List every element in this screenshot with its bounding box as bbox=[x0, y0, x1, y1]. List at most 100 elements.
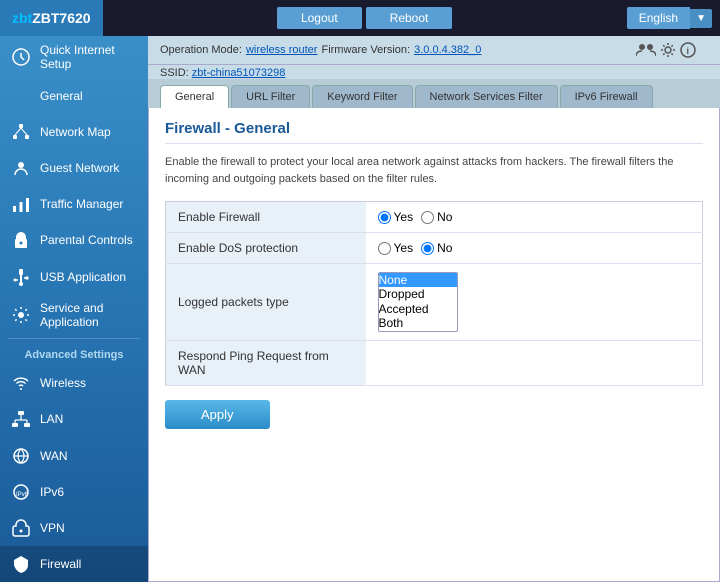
svg-text:i: i bbox=[687, 46, 690, 56]
sidebar-item-label: LAN bbox=[40, 412, 63, 426]
tab-keyword-filter[interactable]: Keyword Filter bbox=[312, 85, 412, 108]
sidebar-item-label: Quick Internet Setup bbox=[40, 43, 138, 71]
no-label: No bbox=[437, 210, 452, 224]
vpn-icon bbox=[10, 517, 32, 539]
tab-network-services-filter[interactable]: Network Services Filter bbox=[415, 85, 558, 108]
settings-icon bbox=[660, 42, 676, 58]
sidebar-item-usb-application[interactable]: USB Application bbox=[0, 258, 148, 294]
sidebar-item-lan[interactable]: LAN bbox=[0, 401, 148, 437]
sidebar-item-label: VPN bbox=[40, 521, 65, 535]
op-mode-label: Operation Mode: bbox=[160, 44, 242, 56]
parental-controls-icon bbox=[10, 229, 32, 251]
sidebar-item-guest-network[interactable]: Guest Network bbox=[0, 150, 148, 186]
ssid-bar: SSID: zbt-china51073298 bbox=[148, 65, 720, 79]
logo-model: ZBT7620 bbox=[32, 10, 90, 26]
logged-packets-value: None Dropped Accepted Both bbox=[366, 264, 703, 341]
firewall-icon bbox=[10, 553, 32, 575]
tabs: General URL Filter Keyword Filter Networ… bbox=[148, 79, 720, 108]
table-row: Logged packets type None Dropped Accepte… bbox=[166, 264, 703, 341]
sidebar-item-vpn[interactable]: VPN bbox=[0, 510, 148, 546]
content-area: Operation Mode: wireless router Firmware… bbox=[148, 36, 720, 582]
enable-dos-no-label[interactable]: No bbox=[421, 241, 452, 255]
logo-zbt: zbt bbox=[12, 10, 32, 26]
general-icon bbox=[10, 85, 32, 107]
firmware-value[interactable]: 3.0.0.4.382_0 bbox=[414, 44, 481, 56]
enable-firewall-radio-group: Yes No bbox=[378, 210, 691, 224]
page-content: Firewall - General Enable the firewall t… bbox=[148, 108, 720, 582]
sidebar-item-quick-setup[interactable]: Quick Internet Setup bbox=[0, 36, 148, 78]
tab-ipv6-firewall[interactable]: IPv6 Firewall bbox=[560, 85, 653, 108]
sidebar-item-network-map[interactable]: Network Map bbox=[0, 114, 148, 150]
enable-firewall-no-label[interactable]: No bbox=[421, 210, 452, 224]
lan-icon bbox=[10, 408, 32, 430]
language-selector[interactable]: English ▼ bbox=[627, 7, 712, 29]
sidebar-item-firewall[interactable]: Firewall bbox=[0, 546, 148, 582]
respond-ping-value bbox=[366, 340, 703, 385]
wireless-icon bbox=[10, 372, 32, 394]
logged-packets-select[interactable]: None Dropped Accepted Both bbox=[378, 272, 458, 332]
logo: zbt ZBT7620 bbox=[0, 0, 103, 36]
option-dropped[interactable]: Dropped bbox=[379, 287, 457, 301]
no-label: No bbox=[437, 241, 452, 255]
advanced-settings-title: Advanced Settings bbox=[0, 341, 148, 365]
language-dropdown-arrow[interactable]: ▼ bbox=[690, 9, 712, 28]
logged-packets-label: Logged packets type bbox=[166, 264, 366, 341]
ipv6-icon: IPv6 bbox=[10, 481, 32, 503]
logout-button[interactable]: Logout bbox=[277, 7, 362, 29]
sidebar-item-service-application[interactable]: Service and Application bbox=[0, 295, 148, 337]
quick-setup-icon bbox=[10, 46, 32, 68]
enable-dos-yes-label[interactable]: Yes bbox=[378, 241, 414, 255]
sidebar-item-wireless[interactable]: Wireless bbox=[0, 365, 148, 401]
table-row: Enable Firewall Yes No bbox=[166, 202, 703, 233]
network-map-icon bbox=[10, 121, 32, 143]
enable-dos-radio-group: Yes No bbox=[378, 241, 691, 255]
enable-firewall-yes-radio[interactable] bbox=[378, 211, 391, 224]
sidebar-item-wan[interactable]: WAN bbox=[0, 437, 148, 473]
sidebar-item-parental-controls[interactable]: Parental Controls bbox=[0, 222, 148, 258]
ssid-value[interactable]: zbt-china51073298 bbox=[192, 67, 286, 79]
sidebar-item-label: Service and Application bbox=[40, 301, 138, 329]
firmware-label: Firmware Version: bbox=[321, 44, 410, 56]
sidebar-item-label: Network Map bbox=[40, 125, 111, 139]
sidebar-item-label: IPv6 bbox=[40, 485, 64, 499]
language-button[interactable]: English bbox=[627, 7, 690, 29]
enable-firewall-value: Yes No bbox=[366, 202, 703, 233]
reboot-button[interactable]: Reboot bbox=[366, 7, 453, 29]
table-row: Respond Ping Request from WAN bbox=[166, 340, 703, 385]
enable-firewall-yes-label[interactable]: Yes bbox=[378, 210, 414, 224]
sidebar-item-traffic-manager[interactable]: Traffic Manager bbox=[0, 186, 148, 222]
info-icon: i bbox=[680, 42, 696, 58]
option-both[interactable]: Both bbox=[379, 316, 457, 330]
enable-dos-yes-radio[interactable] bbox=[378, 242, 391, 255]
op-mode-value[interactable]: wireless router bbox=[246, 44, 318, 56]
enable-dos-label: Enable DoS protection bbox=[166, 233, 366, 264]
tab-url-filter[interactable]: URL Filter bbox=[231, 85, 310, 108]
yes-label: Yes bbox=[394, 210, 414, 224]
sidebar-item-general[interactable]: General bbox=[0, 78, 148, 114]
header: zbt ZBT7620 Logout Reboot English ▼ bbox=[0, 0, 720, 36]
header-nav: Logout Reboot bbox=[103, 3, 627, 33]
traffic-manager-icon bbox=[10, 193, 32, 215]
apply-row: Apply bbox=[165, 386, 703, 433]
sidebar-item-ipv6[interactable]: IPv6 IPv6 bbox=[0, 474, 148, 510]
sidebar-divider bbox=[8, 338, 140, 339]
sidebar-item-label: General bbox=[40, 89, 83, 103]
enable-dos-no-radio[interactable] bbox=[421, 242, 434, 255]
respond-ping-label: Respond Ping Request from WAN bbox=[166, 340, 366, 385]
sidebar-item-label: Parental Controls bbox=[40, 233, 133, 247]
apply-button[interactable]: Apply bbox=[165, 400, 270, 429]
page-description: Enable the firewall to protect your loca… bbox=[165, 154, 703, 187]
header-icons: i bbox=[624, 40, 708, 60]
yes-label: Yes bbox=[394, 241, 414, 255]
option-none[interactable]: None bbox=[379, 273, 457, 287]
option-accepted[interactable]: Accepted bbox=[379, 302, 457, 316]
main-layout: Quick Internet Setup General Network Map… bbox=[0, 36, 720, 582]
enable-firewall-no-radio[interactable] bbox=[421, 211, 434, 224]
usb-icon bbox=[10, 266, 32, 288]
sidebar-item-label: WAN bbox=[40, 449, 68, 463]
sidebar-item-label: Wireless bbox=[40, 376, 86, 390]
users-icon bbox=[636, 42, 656, 58]
ssid-label: SSID: bbox=[160, 67, 189, 79]
tab-general[interactable]: General bbox=[160, 85, 229, 108]
operation-mode-bar: Operation Mode: wireless router Firmware… bbox=[148, 36, 720, 65]
